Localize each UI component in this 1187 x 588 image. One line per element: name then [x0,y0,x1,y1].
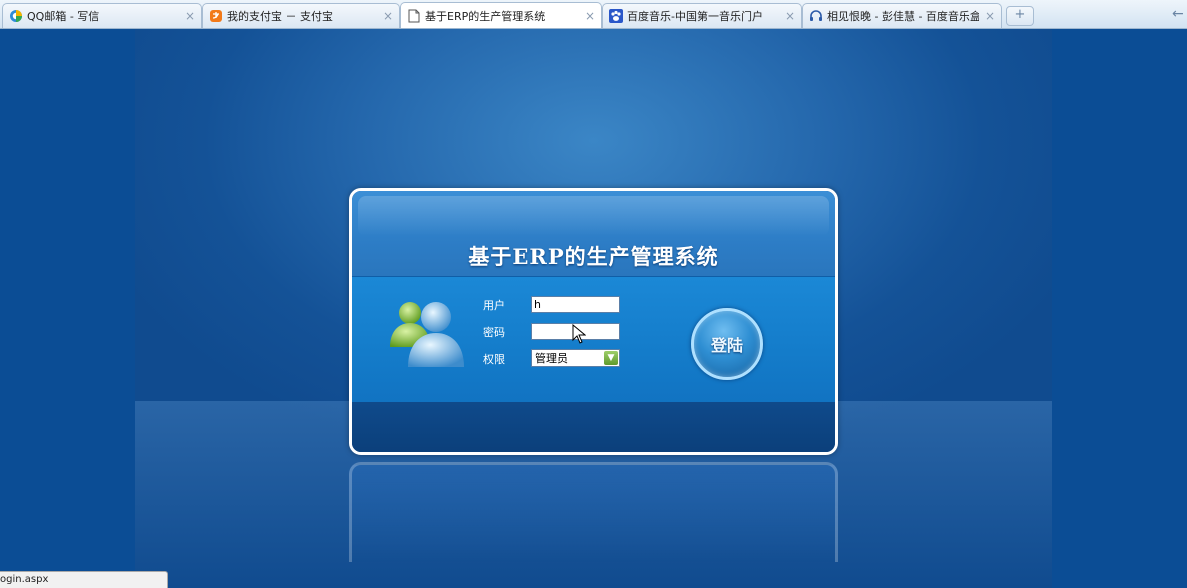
login-footer [352,402,835,452]
tab-label: 基于ERP的生产管理系统 [425,9,546,23]
tab-label: QQ邮箱 - 写信 [27,10,100,23]
baidu-paw-icon [609,9,623,23]
role-select[interactable]: 管理员 ▼ [531,349,620,367]
login-button-label: 登陆 [710,336,743,355]
username-input[interactable] [531,296,620,313]
password-label: 密码 [483,326,505,339]
document-icon [407,9,421,23]
tab-alipay[interactable]: 我的支付宝 － 支付宝 × [202,3,400,28]
qq-mail-icon [9,9,23,23]
tab-label: 百度音乐-中国第一音乐门户 [627,10,763,23]
tab-close-icon[interactable]: × [985,9,995,23]
status-bar-url: ogin.aspx [0,571,168,588]
browser-tab-strip: QQ邮箱 - 写信 × 我的支付宝 － 支付宝 × 基于ERP的生产管理系统 ×… [0,0,1187,29]
login-button[interactable]: 登陆 [691,308,763,380]
new-tab-button[interactable]: + [1006,6,1034,26]
tab-label: 我的支付宝 － 支付宝 [227,10,333,23]
mouse-cursor-icon [572,324,586,344]
tab-baidu-music[interactable]: 百度音乐-中国第一音乐门户 × [602,3,802,28]
tab-qq-mail[interactable]: QQ邮箱 - 写信 × [2,3,202,28]
panel-reflection [349,462,838,562]
tab-close-icon[interactable]: × [383,9,393,23]
users-icon [390,302,464,367]
tab-baidu-music-box[interactable]: 相见恨晚 - 彭佳慧 - 百度音乐盒 × [802,3,1002,28]
tab-close-icon[interactable]: × [185,9,195,23]
role-label: 权限 [483,353,505,366]
chevron-down-icon[interactable]: ▼ [604,351,618,365]
alipay-icon [209,9,223,23]
tab-close-icon[interactable]: × [785,9,795,23]
tab-label: 相见恨晚 - 彭佳慧 - 百度音乐盒 [827,10,979,23]
role-select-value: 管理员 [535,352,568,365]
login-panel: 基于ERP的生产管理系统 用户 密码 权限 管理员 ▼ 登陆 [349,188,838,455]
headphones-icon [809,9,823,23]
system-title: 基于ERP的生产管理系统 [468,244,719,269]
user-label: 用户 [483,299,505,312]
tab-erp-system[interactable]: 基于ERP的生产管理系统 × [400,2,602,28]
back-arrow-icon[interactable]: ← [1172,6,1184,22]
tab-close-icon[interactable]: × [585,9,595,23]
